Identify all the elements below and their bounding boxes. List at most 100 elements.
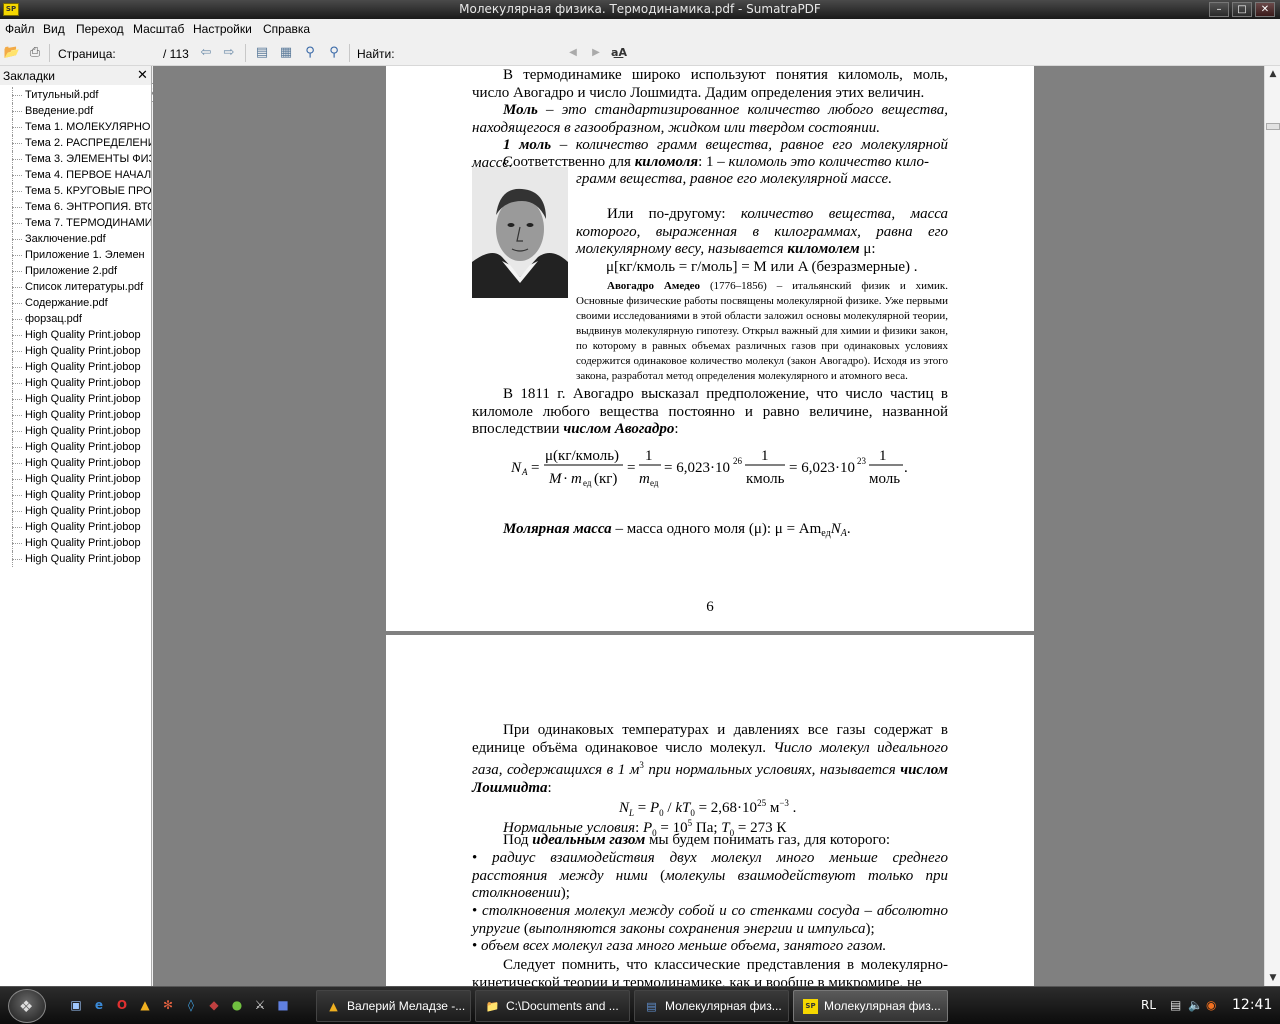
bookmark-item[interactable]: Содержание.pdf [0,295,151,311]
fit-page-icon[interactable]: ▤ [253,44,271,62]
print-icon[interactable]: ⎙ [26,44,44,62]
bookmark-item[interactable]: High Quality Print.jobop [0,471,151,487]
scrollbar-thumb[interactable] [1266,123,1280,130]
maximize-button[interactable]: □ [1232,2,1252,17]
text: при нормальных условиях, называется [643,762,901,778]
bookmark-item[interactable]: Тема 6. ЭНТРОПИЯ. ВТО [0,199,151,215]
bookmark-item[interactable]: High Quality Print.jobop [0,359,151,375]
start-button[interactable]: ❖ [8,989,46,1023]
scroll-up-icon[interactable]: ▲ [1265,66,1280,82]
previous-page-icon[interactable]: ⇦ [197,44,215,62]
bookmark-item[interactable]: High Quality Print.jobop [0,503,151,519]
open-file-icon[interactable]: 📂 [3,44,21,62]
bookmark-item[interactable]: High Quality Print.jobop [0,551,151,567]
bookmark-item[interactable]: High Quality Print.jobop [0,391,151,407]
menu-view[interactable]: Вид [43,22,65,36]
document-canvas[interactable]: В термодинамике широко используют поняти… [153,66,1264,986]
title-bar: SP Молекулярная физика. Термодинамика.pd… [0,0,1280,19]
bookmark-item[interactable]: High Quality Print.jobop [0,343,151,359]
taskbar-button[interactable]: 📁 C:\Documents and ... [475,990,630,1022]
window-title: Молекулярная физика. Термодинамика.pdf -… [459,2,821,16]
bookmark-item[interactable]: High Quality Print.jobop [0,423,151,439]
app-icon[interactable]: ⚔ [252,997,268,1013]
clock[interactable]: 12:41 [1232,997,1272,1013]
network-icon[interactable]: ▤ [1170,997,1181,1013]
fit-width-icon[interactable]: ▦ [277,44,295,62]
volume-icon[interactable]: 🔈 [1188,997,1203,1013]
taskbar-button-active[interactable]: SP Молекулярная физ... [793,990,948,1022]
pdf-page: В термодинамике широко используют поняти… [386,66,1034,631]
zoom-out-icon[interactable]: ⚲ [301,44,319,62]
zoom-in-icon[interactable]: ⚲ [325,44,343,62]
paragraph: Или по-другому: количество вещества, мас… [576,206,948,259]
bookmark-item[interactable]: Список литературы.pdf [0,279,151,295]
bookmark-item[interactable]: High Quality Print.jobop [0,375,151,391]
bookmark-item[interactable]: High Quality Print.jobop [0,439,151,455]
opera-icon[interactable]: O [114,997,130,1013]
paragraph: Моль – это стандартизированное количеств… [472,102,948,137]
bookmark-item[interactable]: форзац.pdf [0,311,151,327]
bookmark-item[interactable]: Приложение 2.pdf [0,263,151,279]
taskbar-button[interactable]: ▲ Валерий Меладзе -... [316,990,471,1022]
aimp-icon[interactable]: ▲ [137,997,153,1013]
app-icon[interactable]: ✻ [160,997,176,1013]
bookmark-item[interactable]: Тема 7. ТЕРМОДИНАМИ [0,215,151,231]
bookmark-item[interactable]: High Quality Print.jobop [0,519,151,535]
bookmark-item[interactable]: High Quality Print.jobop [0,327,151,343]
text: В 1811 г. Авогадро высказал предположени… [472,386,948,437]
app-icon[interactable]: ● [229,997,245,1013]
find-next-icon[interactable]: ▶ [587,44,605,62]
menu-zoom[interactable]: Масштаб [133,22,184,36]
close-sidebar-icon[interactable]: ✕ [135,68,150,83]
svg-text:моль: моль [869,471,900,487]
bookmark-item[interactable]: High Quality Print.jobop [0,535,151,551]
bookmark-item[interactable]: High Quality Print.jobop [0,487,151,503]
app-icon[interactable]: ◊ [183,997,199,1013]
bookmarks-list: Титульный.pdf Введение.pdf Тема 1. МОЛЕК… [0,87,151,567]
show-desktop-icon[interactable]: ▣ [68,997,84,1013]
svg-text:ед: ед [650,478,659,488]
menu-go[interactable]: Переход [76,22,124,36]
minimize-button[interactable]: – [1209,2,1229,17]
close-button[interactable]: ✕ [1255,2,1275,17]
tray-app-icon[interactable]: ◉ [1206,997,1216,1013]
save-icon[interactable]: ■ [275,997,291,1013]
find-previous-icon[interactable]: ◀ [564,44,582,62]
bookmarks-sidebar: Закладки ✕ Титульный.pdf Введение.pdf Те… [0,66,152,986]
toolbar-separator [245,44,246,62]
paragraph: При одинаковых температурах и давлениях … [472,722,948,796]
text: Под [503,832,533,848]
match-case-icon[interactable]: a͟A [610,44,628,62]
bookmark-item[interactable]: Приложение 1. Элемен [0,247,151,263]
bookmark-item[interactable]: Тема 2. РАСПРЕДЕЛЕНИ [0,135,151,151]
bookmark-item[interactable]: Заключение.pdf [0,231,151,247]
next-page-icon[interactable]: ⇨ [220,44,238,62]
svg-text:23: 23 [857,456,867,466]
menu-settings[interactable]: Настройки [193,22,252,36]
bookmark-item[interactable]: High Quality Print.jobop [0,455,151,471]
formula-symbol: N [619,800,630,816]
sumatrapdf-window: SP Молекулярная физика. Термодинамика.pd… [0,0,1280,986]
svg-text:= 6,023·10: = 6,023·10 [664,460,730,476]
bookmark-item[interactable]: High Quality Print.jobop [0,407,151,423]
task-label: C:\Documents and ... [506,999,619,1013]
bookmark-item[interactable]: Введение.pdf [0,103,151,119]
bookmark-item[interactable]: Тема 1. МОЛЕКУЛЯРНО- [0,119,151,135]
avogadro-portrait [472,167,568,298]
bookmark-item[interactable]: Тема 3. ЭЛЕМЕНТЫ ФИЗИ [0,151,151,167]
taskbar-button[interactable]: ▤ Молекулярная физ... [634,990,789,1022]
bookmark-item[interactable]: Тема 5. КРУГОВЫЕ ПРО [0,183,151,199]
toolbar: 📂 ⎙ Страница: 6 / 113 ⇦ ⇨ ▤ ▦ ⚲ ⚲ Найти:… [0,39,1280,102]
text: мы будем понимать газ, для которого: [645,832,891,848]
internet-explorer-icon[interactable]: e [91,997,107,1013]
bookmark-item[interactable]: Титульный.pdf [0,87,151,103]
svg-text:m: m [639,471,650,487]
language-indicator[interactable]: RL [1141,997,1156,1013]
menu-help[interactable]: Справка [263,22,310,36]
menu-file[interactable]: Файл [5,22,35,36]
svg-text:(кг): (кг) [594,471,617,487]
vertical-scrollbar[interactable]: ▲ ▼ [1264,66,1280,986]
bookmark-item[interactable]: Тема 4. ПЕРВОЕ НАЧАЛО [0,167,151,183]
app-icon[interactable]: ◆ [206,997,222,1013]
scroll-down-icon[interactable]: ▼ [1265,970,1280,986]
